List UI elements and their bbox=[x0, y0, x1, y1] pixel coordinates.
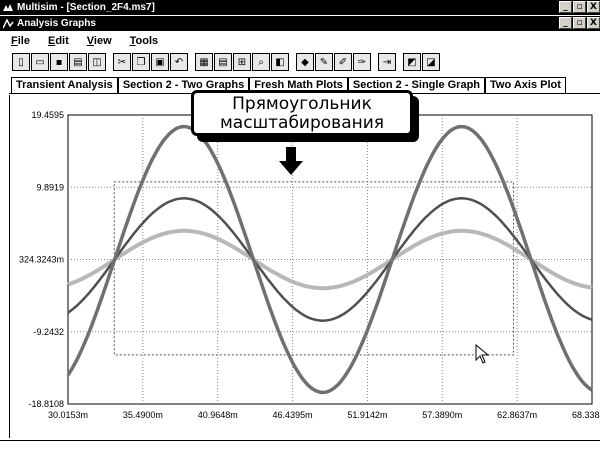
y-tick-label: 9.8919 bbox=[36, 182, 64, 192]
x-tick-label: 51.9142m bbox=[347, 410, 387, 420]
x-tick-label: 68.3384m bbox=[572, 410, 600, 420]
x-tick-label: 62.8637m bbox=[497, 410, 537, 420]
multisim-logo-icon bbox=[3, 3, 14, 13]
child-restore-button[interactable]: ▫ bbox=[573, 17, 586, 29]
zoom-icon[interactable]: ⌕ bbox=[252, 53, 270, 71]
minimize-button[interactable]: _ bbox=[559, 1, 572, 13]
zoom-rect-callout: Прямоугольник масштабирования bbox=[191, 90, 413, 136]
x-tick-label: 57.3890m bbox=[422, 410, 462, 420]
print-icon[interactable]: ▤ bbox=[69, 53, 87, 71]
y-tick-label: 324.3243m bbox=[19, 255, 64, 265]
menu-file[interactable]: File bbox=[0, 35, 36, 47]
graph-window-icon bbox=[2, 17, 14, 29]
cursors-icon[interactable]: ⊞ bbox=[233, 53, 251, 71]
menu-edit[interactable]: Edit bbox=[36, 35, 75, 47]
grid-icon[interactable]: ▦ bbox=[195, 53, 213, 71]
overlay-icon[interactable]: ◩ bbox=[403, 53, 421, 71]
menu-tools[interactable]: Tools bbox=[118, 35, 165, 47]
x-tick-label: 30.0153m bbox=[48, 410, 88, 420]
close-button[interactable]: X bbox=[587, 1, 600, 13]
app-title: Multisim - [Section_2F4.ms7] bbox=[17, 2, 155, 13]
menu-view[interactable]: View bbox=[75, 35, 118, 47]
pen3-icon[interactable]: ✑ bbox=[353, 53, 371, 71]
props-icon[interactable]: ◪ bbox=[422, 53, 440, 71]
pen-icon[interactable]: ✎ bbox=[315, 53, 333, 71]
callout-line1: Прямоугольник bbox=[232, 94, 372, 114]
child-close-button[interactable]: X bbox=[587, 17, 600, 29]
toolbar: ▯ ▭ ▪ ▤ ◫ ✂ ❐ ▣ ↶ ▦ ▤ ⊞ ⌕ ◧ ◆ ✎ ✐ ✑ ⇥ ◩ … bbox=[12, 51, 441, 73]
zoom-full-icon[interactable]: ◧ bbox=[271, 53, 289, 71]
plot-area[interactable]: 30.0153m 35.4900m 40.9648m 46.4395m 51.9142m… bbox=[9, 95, 600, 438]
paste-icon[interactable]: ▣ bbox=[151, 53, 169, 71]
y-tick-label: 19.4595 bbox=[31, 110, 64, 120]
y-tick-label: -9.2432 bbox=[33, 327, 64, 337]
export-icon[interactable]: ⇥ bbox=[378, 53, 396, 71]
copy-icon[interactable]: ❐ bbox=[132, 53, 150, 71]
legend-icon[interactable]: ▤ bbox=[214, 53, 232, 71]
menu-bar: File Edit View Tools bbox=[0, 33, 600, 49]
child-minimize-button[interactable]: _ bbox=[559, 17, 572, 29]
child-window-title: Analysis Graphs bbox=[17, 18, 96, 29]
y-tick-label: -18.8108 bbox=[28, 399, 64, 409]
x-tick-label: 46.4395m bbox=[273, 410, 313, 420]
save-icon[interactable]: ▪ bbox=[50, 53, 68, 71]
pen2-icon[interactable]: ✐ bbox=[334, 53, 352, 71]
x-tick-label: 40.9648m bbox=[198, 410, 238, 420]
tab-transient-analysis[interactable]: Transient Analysis bbox=[11, 77, 118, 93]
restore-button[interactable]: ▫ bbox=[573, 1, 586, 13]
callout-line2: масштабирования bbox=[219, 113, 384, 133]
print-preview-icon[interactable]: ◫ bbox=[88, 53, 106, 71]
child-title-bar: Analysis Graphs _ ▫ X bbox=[0, 16, 600, 31]
color-icon[interactable]: ◆ bbox=[296, 53, 314, 71]
tab-two-axis-plot[interactable]: Two Axis Plot bbox=[485, 77, 566, 93]
undo-icon[interactable]: ↶ bbox=[170, 53, 188, 71]
new-icon[interactable]: ▯ bbox=[12, 53, 30, 71]
x-tick-label: 35.4900m bbox=[123, 410, 163, 420]
cut-icon[interactable]: ✂ bbox=[113, 53, 131, 71]
status-bar bbox=[0, 440, 600, 451]
waveform-chart[interactable]: 30.0153m 35.4900m 40.9648m 46.4395m 51.9142m… bbox=[10, 95, 600, 438]
open-icon[interactable]: ▭ bbox=[31, 53, 49, 71]
app-title-bar: Multisim - [Section_2F4.ms7] _ ▫ X bbox=[0, 0, 600, 15]
